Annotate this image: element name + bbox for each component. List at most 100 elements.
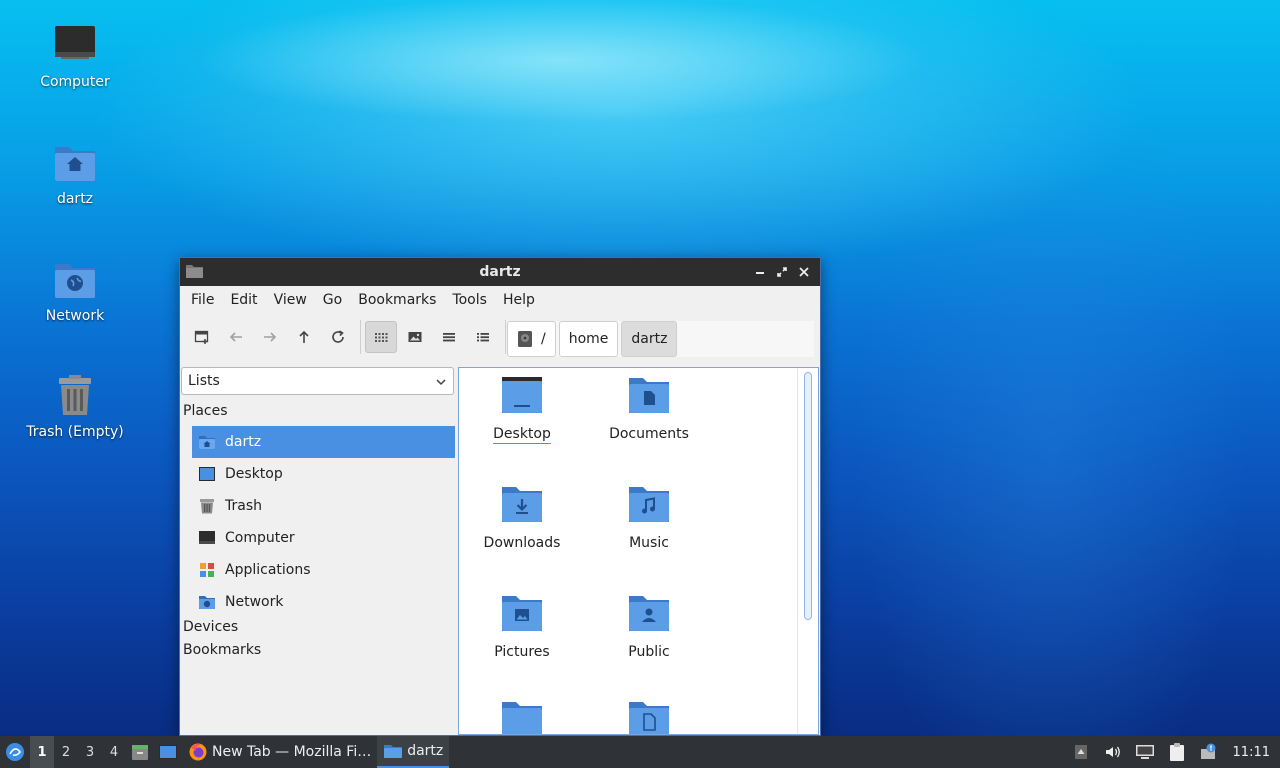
path-crumb-root[interactable]: / <box>507 321 556 357</box>
reload-icon <box>332 330 344 343</box>
side-pane-mode-select[interactable]: Lists <box>181 367 454 395</box>
path-crumb-label: home <box>568 331 609 347</box>
sidebar-item-dartz[interactable]: dartz <box>192 426 455 458</box>
lxqt-logo-icon <box>6 743 24 761</box>
detailed-list-view-button[interactable] <box>467 321 499 353</box>
toolbar-separator <box>360 320 361 354</box>
window-titlebar[interactable]: dartz <box>180 258 820 286</box>
path-crumb-dartz[interactable]: dartz <box>621 321 678 357</box>
bookmarks-heading[interactable]: Bookmarks <box>183 642 261 658</box>
chevron-up-icon <box>1074 745 1087 759</box>
desktop-icon-label: Network <box>45 308 105 324</box>
devices-heading[interactable]: Devices <box>183 619 238 635</box>
workspace-2[interactable]: 2 <box>54 736 78 768</box>
sidebar-item-label: Trash <box>225 498 262 514</box>
notification-icon <box>1200 743 1216 759</box>
sidebar-item-desktop[interactable]: Desktop <box>192 458 455 490</box>
file-item-downloads[interactable]: Downloads <box>462 483 582 551</box>
pictures-folder-icon <box>502 596 542 631</box>
documents-folder-icon <box>629 378 669 413</box>
file-item-label: Public <box>628 644 670 660</box>
new-tab-icon <box>194 330 209 344</box>
sidebar-item-trash[interactable]: Trash <box>192 490 455 522</box>
menu-tools[interactable]: Tools <box>444 292 495 308</box>
file-item-pictures[interactable]: Pictures <box>462 592 582 660</box>
path-crumb-home[interactable]: home <box>558 321 619 357</box>
file-item-label: Downloads <box>483 535 561 551</box>
task-label: dartz <box>407 743 444 759</box>
sidebar-item-computer[interactable]: Computer <box>192 522 455 554</box>
volume-button[interactable] <box>1097 736 1129 768</box>
home-folder-icon <box>199 436 215 449</box>
tray-expand-button[interactable] <box>1065 736 1097 768</box>
scrollbar-thumb[interactable] <box>804 372 812 620</box>
file-manager-window: dartz File Edit View Go Bookmarks Tools … <box>179 257 821 736</box>
clipboard-button[interactable] <box>1161 736 1193 768</box>
start-menu-button[interactable] <box>0 736 30 768</box>
folder-icon <box>384 745 403 758</box>
toolbar-separator <box>505 320 506 354</box>
places-heading[interactable]: Places <box>183 403 228 419</box>
forward-button[interactable] <box>254 321 286 353</box>
file-item-documents[interactable]: Documents <box>589 374 709 442</box>
side-pane-mode-value: Lists <box>188 373 220 389</box>
menubar: File Edit View Go Bookmarks Tools Help <box>180 286 820 314</box>
document-folder-icon <box>629 702 669 734</box>
desktop-icon-trash[interactable]: Trash (Empty) <box>15 372 135 440</box>
menu-edit[interactable]: Edit <box>222 292 265 308</box>
desktop-icon-network[interactable]: Network <box>15 256 135 324</box>
network-tray-button[interactable] <box>1129 736 1161 768</box>
thumbnail-view-button[interactable] <box>399 321 431 353</box>
file-item-label: Documents <box>609 426 689 442</box>
desktop-icon-home[interactable]: dartz <box>15 139 135 207</box>
sidebar-item-network[interactable]: Network <box>192 586 455 618</box>
public-folder-icon <box>629 596 669 631</box>
menu-view[interactable]: View <box>266 292 315 308</box>
task-firefox[interactable]: New Tab — Mozilla Fi… <box>182 736 377 768</box>
sidebar-item-label: dartz <box>225 434 262 450</box>
firefox-icon <box>189 743 207 761</box>
file-view[interactable]: Desktop Documents Downloads Music Pictur… <box>458 367 819 735</box>
file-item-desktop[interactable]: Desktop <box>462 374 582 444</box>
minimize-button[interactable] <box>750 262 770 282</box>
sidebar-item-label: Network <box>225 594 284 610</box>
path-crumb-label: / <box>541 331 546 347</box>
arrow-right-icon <box>264 332 277 342</box>
menu-go[interactable]: Go <box>315 292 350 308</box>
reload-button[interactable] <box>322 321 354 353</box>
file-manager-launcher[interactable] <box>126 736 154 768</box>
path-bar: / home dartz <box>507 321 814 357</box>
desktop-icon-label: Computer <box>40 74 110 90</box>
up-button[interactable] <box>288 321 320 353</box>
workspace-4[interactable]: 4 <box>102 736 126 768</box>
back-button[interactable] <box>220 321 252 353</box>
menu-help[interactable]: Help <box>495 292 543 308</box>
icon-view-button[interactable] <box>365 321 397 353</box>
new-tab-button[interactable] <box>186 321 218 353</box>
show-desktop-launcher[interactable] <box>154 736 182 768</box>
file-item-label: Desktop <box>493 426 551 444</box>
sidebar-item-applications[interactable]: Applications <box>192 554 455 586</box>
clock[interactable]: 11:11 <box>1225 745 1280 760</box>
notifications-button[interactable] <box>1193 736 1225 768</box>
file-item-templates[interactable] <box>462 698 582 734</box>
drive-icon <box>518 331 532 347</box>
folder-icon <box>502 702 542 734</box>
compact-view-button[interactable] <box>433 321 465 353</box>
close-button[interactable] <box>794 262 814 282</box>
desktop-icon-computer[interactable]: Computer <box>15 22 135 90</box>
music-folder-icon <box>629 487 669 522</box>
file-item-videos[interactable] <box>589 698 709 734</box>
workspace-3[interactable]: 3 <box>78 736 102 768</box>
vertical-scrollbar[interactable] <box>804 370 812 732</box>
task-file-manager[interactable]: dartz <box>377 736 450 768</box>
file-item-music[interactable]: Music <box>589 483 709 551</box>
workspace-1[interactable]: 1 <box>30 736 54 768</box>
computer-icon <box>55 26 95 59</box>
menu-bookmarks[interactable]: Bookmarks <box>350 292 444 308</box>
menu-file[interactable]: File <box>183 292 222 308</box>
maximize-button[interactable] <box>772 262 792 282</box>
desktop-icon-label: dartz <box>56 191 94 207</box>
file-item-public[interactable]: Public <box>589 592 709 660</box>
image-icon <box>408 332 422 342</box>
